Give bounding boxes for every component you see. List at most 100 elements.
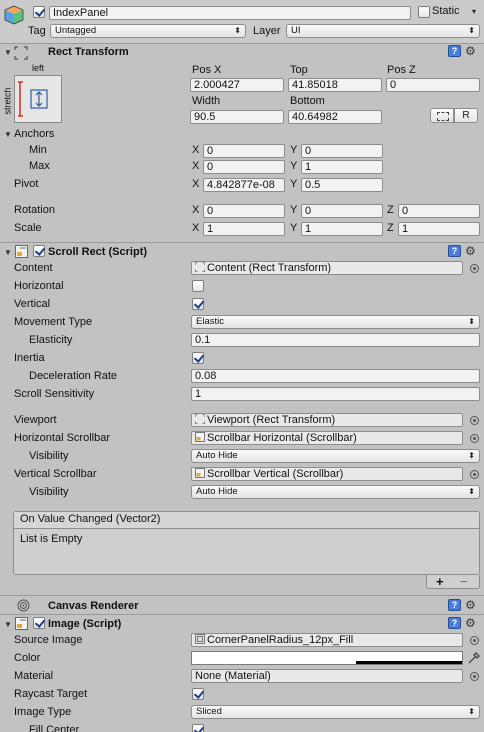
layer-label: Layer bbox=[253, 25, 281, 37]
object-picker-icon[interactable] bbox=[470, 416, 479, 425]
movement-type-dropdown[interactable]: Elastic ⬍ bbox=[191, 315, 480, 329]
image-enabled-checkbox[interactable] bbox=[33, 617, 45, 629]
scale-y-field[interactable]: 1 bbox=[301, 222, 383, 236]
inertia-label: Inertia bbox=[14, 352, 45, 364]
horizontal-visibility-dropdown[interactable]: Auto Hide ⬍ bbox=[191, 449, 480, 463]
x-axis-label: X bbox=[192, 178, 200, 190]
chevron-updown-icon: ⬍ bbox=[468, 451, 475, 460]
width-field[interactable]: 90.5 bbox=[190, 110, 284, 124]
rotation-label: Rotation bbox=[14, 204, 55, 216]
content-object-field[interactable]: Content (Rect Transform) bbox=[191, 261, 463, 275]
elasticity-field[interactable]: 0.1 bbox=[191, 333, 480, 347]
canvas-renderer-icon bbox=[17, 599, 30, 612]
anchors-fold-icon[interactable]: ▼ bbox=[4, 130, 12, 139]
object-picker-icon[interactable] bbox=[470, 636, 479, 645]
scroll-rect-enabled-checkbox[interactable] bbox=[33, 245, 45, 257]
rotation-y-field[interactable]: 0 bbox=[301, 204, 383, 218]
layer-dropdown[interactable]: UI ⬍ bbox=[286, 24, 480, 38]
vertical-visibility-value: Auto Hide bbox=[196, 486, 238, 497]
chevron-updown-icon: ⬍ bbox=[234, 26, 241, 35]
horizontal-checkbox[interactable] bbox=[192, 280, 204, 292]
gameobject-active-checkbox[interactable] bbox=[33, 6, 45, 18]
image-type-label: Image Type bbox=[14, 706, 72, 718]
anchor-min-y-field[interactable]: 0 bbox=[301, 144, 383, 158]
remove-listener-button[interactable]: − bbox=[460, 574, 468, 589]
raw-edit-button[interactable]: R bbox=[454, 108, 478, 123]
y-axis-label: Y bbox=[290, 178, 298, 190]
deceleration-rate-label: Deceleration Rate bbox=[29, 370, 118, 382]
pivot-y-field[interactable]: 0.5 bbox=[301, 178, 383, 192]
image-type-dropdown[interactable]: Sliced ⬍ bbox=[191, 705, 480, 719]
bottom-field[interactable]: 40.64982 bbox=[288, 110, 382, 124]
top-field[interactable]: 41.85018 bbox=[288, 78, 382, 92]
tag-dropdown[interactable]: Untagged ⬍ bbox=[50, 24, 246, 38]
anchor-max-y-field[interactable]: 1 bbox=[301, 160, 383, 174]
scale-label: Scale bbox=[14, 222, 42, 234]
help-book-icon[interactable]: ? bbox=[448, 617, 461, 629]
object-picker-icon[interactable] bbox=[470, 470, 479, 479]
inertia-checkbox[interactable] bbox=[192, 352, 204, 364]
event-title: On Value Changed (Vector2) bbox=[20, 513, 161, 525]
horizontal-visibility-value: Auto Hide bbox=[196, 450, 238, 461]
anchor-max-x-field[interactable]: 0 bbox=[203, 160, 285, 174]
gear-icon[interactable]: ⚙ bbox=[465, 599, 476, 611]
source-image-field[interactable]: CornerPanelRadius_12px_Fill bbox=[191, 633, 463, 647]
anchor-preset-button[interactable] bbox=[14, 75, 62, 123]
help-book-icon[interactable]: ? bbox=[448, 245, 461, 257]
y-axis-label: Y bbox=[290, 222, 298, 234]
alpha-bar-fill bbox=[192, 661, 356, 664]
fold-arrow-icon[interactable]: ▼ bbox=[4, 48, 12, 57]
help-book-icon[interactable]: ? bbox=[448, 45, 461, 57]
static-dropdown-icon[interactable]: ▾ bbox=[472, 6, 476, 18]
z-axis-label: Z bbox=[387, 204, 394, 216]
gear-icon[interactable]: ⚙ bbox=[465, 45, 476, 57]
scroll-sensitivity-field[interactable]: 1 bbox=[191, 387, 480, 401]
color-label: Color bbox=[14, 652, 41, 664]
eyedropper-icon[interactable] bbox=[467, 651, 481, 665]
x-axis-label: X bbox=[192, 160, 200, 172]
add-listener-button[interactable]: + bbox=[436, 574, 444, 589]
object-picker-icon[interactable] bbox=[470, 434, 479, 443]
fold-arrow-icon[interactable]: ▼ bbox=[4, 620, 12, 629]
raycast-target-checkbox[interactable] bbox=[192, 688, 204, 700]
anchor-min-label: Min bbox=[29, 144, 47, 156]
layer-value: UI bbox=[291, 25, 301, 36]
blueprint-mode-button[interactable] bbox=[430, 108, 454, 123]
object-picker-icon[interactable] bbox=[470, 672, 479, 681]
fill-center-checkbox[interactable] bbox=[192, 724, 204, 732]
gear-icon[interactable]: ⚙ bbox=[465, 245, 476, 257]
rotation-x-field[interactable]: 0 bbox=[203, 204, 285, 218]
vertical-scrollbar-field[interactable]: Scrollbar Vertical (Scrollbar) bbox=[191, 467, 463, 481]
rotation-z-field[interactable]: 0 bbox=[398, 204, 480, 218]
pivot-x-field[interactable]: 4.842877e-08 bbox=[203, 178, 285, 192]
vertical-scrollbar-value: Scrollbar Vertical (Scrollbar) bbox=[207, 468, 344, 480]
fold-arrow-icon[interactable]: ▼ bbox=[4, 248, 12, 257]
raw-edit-label: R bbox=[462, 110, 470, 121]
pos-x-label: Pos X bbox=[192, 64, 222, 76]
script-icon bbox=[15, 245, 28, 258]
scroll-sensitivity-label: Scroll Sensitivity bbox=[14, 388, 95, 400]
help-book-icon[interactable]: ? bbox=[448, 599, 461, 611]
pos-x-field[interactable]: 2.000427 bbox=[190, 78, 284, 92]
pivot-label: Pivot bbox=[14, 178, 39, 190]
scale-z-field[interactable]: 1 bbox=[398, 222, 480, 236]
pos-z-label: Pos Z bbox=[387, 64, 416, 76]
anchor-max-label: Max bbox=[29, 160, 50, 172]
gameobject-name-field[interactable]: IndexPanel bbox=[49, 6, 411, 20]
viewport-object-field[interactable]: Viewport (Rect Transform) bbox=[191, 413, 463, 427]
top-label: Top bbox=[290, 64, 308, 76]
vertical-checkbox[interactable] bbox=[192, 298, 204, 310]
gear-icon[interactable]: ⚙ bbox=[465, 617, 476, 629]
anchor-min-x-field[interactable]: 0 bbox=[203, 144, 285, 158]
deceleration-rate-field[interactable]: 0.08 bbox=[191, 369, 480, 383]
color-swatch[interactable] bbox=[191, 651, 463, 665]
chevron-updown-icon: ⬍ bbox=[468, 487, 475, 496]
vertical-visibility-dropdown[interactable]: Auto Hide ⬍ bbox=[191, 485, 480, 499]
scale-x-field[interactable]: 1 bbox=[203, 222, 285, 236]
object-picker-icon[interactable] bbox=[470, 264, 479, 273]
material-field[interactable]: None (Material) bbox=[191, 669, 463, 683]
event-empty-text: List is Empty bbox=[20, 533, 83, 545]
pos-z-field[interactable]: 0 bbox=[386, 78, 480, 92]
static-checkbox[interactable] bbox=[418, 6, 430, 18]
horizontal-scrollbar-field[interactable]: Scrollbar Horizontal (Scrollbar) bbox=[191, 431, 463, 445]
